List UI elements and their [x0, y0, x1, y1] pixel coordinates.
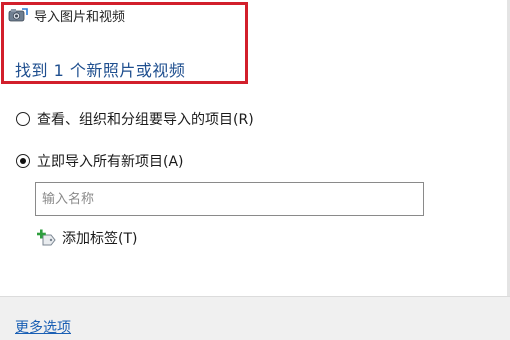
import-all-option[interactable]: 立即导入所有新项目(A) — [16, 151, 184, 171]
import-all-option-label: 立即导入所有新项目(A) — [37, 154, 184, 170]
more-options-link[interactable]: 更多选项 — [15, 317, 71, 337]
dialog-footer: 更多选项 — [0, 296, 510, 340]
review-radio[interactable] — [16, 112, 30, 126]
name-input[interactable] — [35, 182, 424, 216]
import-dialog: 导入图片和视频 找到 1 个新照片或视频 查看、组织和分组要导入的项目(R) 立… — [0, 0, 510, 340]
review-option-label: 查看、组织和分组要导入的项目(R) — [37, 112, 254, 128]
review-option[interactable]: 查看、组织和分组要导入的项目(R) — [16, 109, 254, 129]
add-tags-button[interactable]: 添加标签(T) — [37, 228, 137, 248]
highlight-annotation-box — [1, 2, 248, 84]
add-tag-icon — [37, 229, 57, 247]
add-tags-label: 添加标签(T) — [62, 231, 138, 247]
import-all-radio[interactable] — [16, 154, 30, 168]
